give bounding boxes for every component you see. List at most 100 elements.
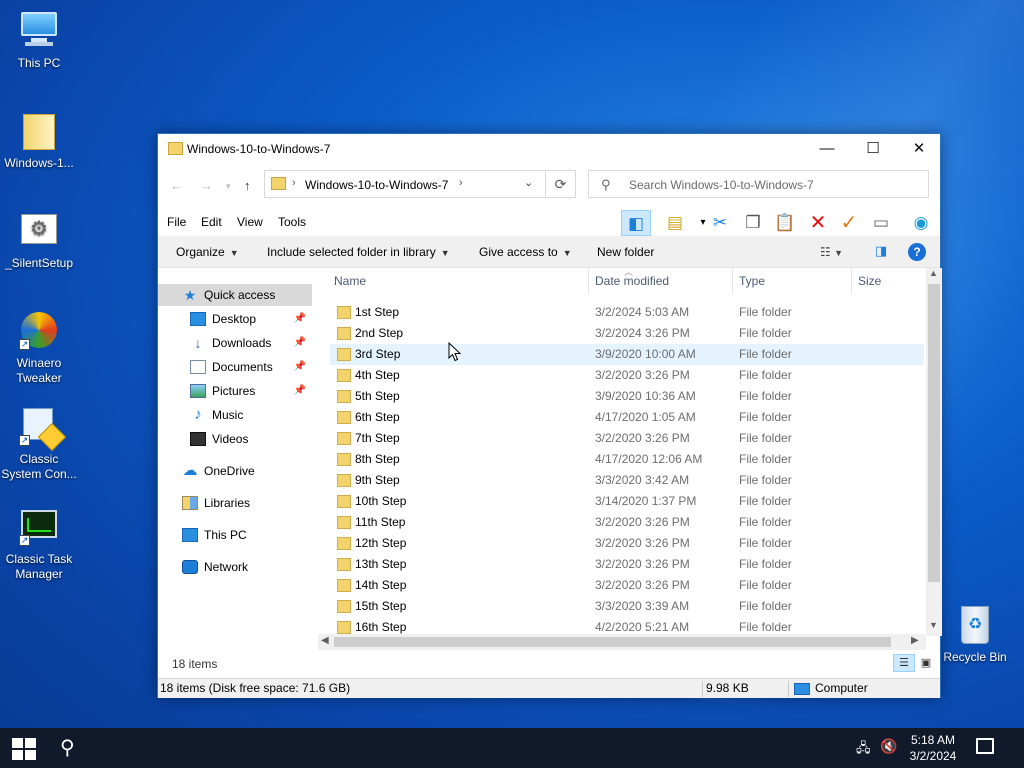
status-item-count: 18 items (Disk free space: 71.6 GB)	[160, 681, 351, 695]
column-header-name[interactable]: Name	[328, 268, 589, 294]
forward-arrow-icon[interactable]: →	[200, 178, 213, 193]
network-status-icon[interactable]: 🖧	[856, 739, 871, 761]
help-icon[interactable]: ?	[908, 243, 926, 261]
up-arrow-icon[interactable]: ↑	[244, 178, 251, 193]
cut-icon[interactable]: ✂	[705, 210, 735, 236]
volume-muted-icon[interactable]: 🔇	[880, 738, 897, 755]
scroll-down-arrow-icon[interactable]: ▼	[929, 620, 938, 630]
maximize-button[interactable]: ☐	[850, 134, 896, 164]
address-bar[interactable]: › Windows-10-to-Windows-7 › ⌄	[264, 170, 546, 198]
nav-item-this-pc[interactable]: This PC	[158, 524, 312, 546]
rename-icon[interactable]: ▭	[866, 210, 896, 236]
desktop-icon-classic-task-manager[interactable]: ↗ Classic Task Manager	[0, 504, 78, 582]
table-row[interactable]: 15th Step 3/3/2020 3:39 AM File folder	[330, 596, 924, 617]
desktop-icon-label: Classic System Con...	[1, 452, 77, 481]
new-folder-button[interactable]: New folder	[597, 245, 654, 259]
folder-options-icon[interactable]: ▤	[660, 210, 690, 236]
desktop-icon-winaero-tweaker[interactable]: ↗ Winaero Tweaker	[0, 308, 78, 386]
breadcrumb-item[interactable]: Windows-10-to-Windows-7	[305, 178, 448, 192]
breadcrumb-chevron-icon[interactable]: ›	[459, 177, 463, 189]
vertical-scrollbar[interactable]: ▲ ▼	[926, 268, 942, 636]
table-row[interactable]: 7th Step 3/2/2020 3:26 PM File folder	[330, 428, 924, 449]
give-access-button[interactable]: Give access to ▼	[479, 245, 572, 259]
menu-edit[interactable]: Edit	[201, 215, 222, 229]
preview-pane-toggle-icon[interactable]: ◨	[875, 243, 887, 259]
nav-item-onedrive[interactable]: ☁ OneDrive	[158, 460, 312, 482]
horizontal-scrollbar[interactable]: ◀ ▶	[318, 634, 926, 650]
nav-item-music[interactable]: ♪ Music	[158, 404, 312, 426]
menu-file[interactable]: File	[167, 215, 186, 229]
menu-view[interactable]: View	[237, 215, 263, 229]
large-icons-view-icon[interactable]: ▣	[915, 654, 937, 672]
details-view-icon[interactable]: ☰	[893, 654, 915, 672]
refresh-button[interactable]: ⟳	[546, 170, 576, 198]
search-input[interactable]: ⚲ Search Windows-10-to-Windows-7	[588, 170, 929, 198]
table-row[interactable]: 1st Step 3/2/2024 5:03 AM File folder	[330, 302, 924, 323]
back-arrow-icon[interactable]: ←	[170, 178, 183, 193]
explorer-window[interactable]: Windows-10-to-Windows-7 — ☐ ✕ ← → ▾ ↑ › …	[157, 133, 942, 698]
windows-start-icon[interactable]	[12, 738, 36, 760]
nav-item-desktop[interactable]: Desktop 📌	[158, 308, 312, 330]
notification-center-icon[interactable]	[976, 738, 994, 754]
file-name: 10th Step	[355, 494, 407, 508]
organize-button[interactable]: Organize ▼	[176, 245, 239, 259]
folder-icon	[337, 369, 351, 382]
taskbar-clock[interactable]: 5:18 AM 3/2/2024	[900, 732, 966, 764]
nav-item-documents[interactable]: Documents 📌	[158, 356, 312, 378]
table-row[interactable]: 9th Step 3/3/2020 3:42 AM File folder	[330, 470, 924, 491]
search-icon: ⚲	[601, 177, 611, 192]
desktop-icon-windows-folder[interactable]: Windows-1...	[0, 108, 78, 171]
clock-date: 3/2/2024	[909, 749, 957, 763]
table-row[interactable]: 5th Step 3/9/2020 10:36 AM File folder	[330, 386, 924, 407]
scroll-thumb[interactable]	[334, 637, 891, 647]
table-row[interactable]: 4th Step 3/2/2020 3:26 PM File folder	[330, 365, 924, 386]
table-row[interactable]: 6th Step 4/17/2020 1:05 AM File folder	[330, 407, 924, 428]
view-options-icon[interactable]: ☷ ▼	[820, 245, 843, 259]
scroll-right-arrow-icon[interactable]: ▶	[911, 635, 919, 646]
column-header-type[interactable]: Type	[733, 268, 852, 294]
table-row[interactable]: 3rd Step 3/9/2020 10:00 AM File folder	[330, 344, 924, 365]
scroll-left-arrow-icon[interactable]: ◀	[321, 635, 329, 646]
desktop-icon-recycle-bin[interactable]: Recycle Bin	[936, 602, 1014, 665]
network-globe-icon[interactable]: ◉	[906, 210, 936, 236]
scroll-up-arrow-icon[interactable]: ▲	[929, 268, 938, 278]
file-type: File folder	[739, 473, 792, 487]
nav-label: Music	[212, 408, 244, 422]
table-row[interactable]: 14th Step 3/2/2020 3:26 PM File folder	[330, 575, 924, 596]
table-row[interactable]: 2nd Step 3/2/2024 3:26 PM File folder	[330, 323, 924, 344]
desktop-icon-silent-setup[interactable]: ⚙ _SilentSetup	[0, 208, 78, 271]
properties-check-icon[interactable]: ✓	[834, 210, 864, 236]
breadcrumb-chevron-icon[interactable]: ›	[292, 177, 296, 189]
nav-item-downloads[interactable]: ↓ Downloads 📌	[158, 332, 312, 354]
column-header-size[interactable]: Size	[852, 268, 926, 294]
minimize-button[interactable]: —	[804, 134, 850, 164]
menu-tools[interactable]: Tools	[278, 215, 306, 229]
table-row[interactable]: 8th Step 4/17/2020 12:06 AM File folder	[330, 449, 924, 470]
file-date: 3/14/2020 1:37 PM	[595, 494, 697, 508]
copy-icon[interactable]: ❐	[738, 210, 768, 236]
search-icon[interactable]: ⚲	[60, 735, 75, 760]
table-row[interactable]: 10th Step 3/14/2020 1:37 PM File folder	[330, 491, 924, 512]
file-name: 1st Step	[355, 305, 400, 319]
pin-icon: 📌	[293, 313, 306, 324]
close-button[interactable]: ✕	[896, 134, 942, 164]
nav-item-pictures[interactable]: Pictures 📌	[158, 380, 312, 402]
nav-item-videos[interactable]: Videos	[158, 428, 312, 450]
scroll-thumb[interactable]	[928, 284, 940, 582]
nav-item-quick-access[interactable]: ★ Quick access	[158, 284, 312, 306]
table-row[interactable]: 12th Step 3/2/2020 3:26 PM File folder	[330, 533, 924, 554]
nav-item-libraries[interactable]: Libraries	[158, 492, 312, 514]
title-bar[interactable]: Windows-10-to-Windows-7 — ☐ ✕	[158, 134, 940, 165]
address-dropdown-icon[interactable]: ⌄	[524, 176, 533, 189]
desktop-icon-this-pc[interactable]: This PC	[0, 8, 78, 71]
delete-icon[interactable]: ✕	[803, 210, 833, 236]
column-header-date[interactable]: Date modified	[589, 268, 733, 294]
table-row[interactable]: 11th Step 3/2/2020 3:26 PM File folder	[330, 512, 924, 533]
preview-pane-icon[interactable]: ◧	[621, 210, 651, 236]
paste-icon[interactable]: 📋	[770, 210, 800, 236]
desktop-icon-classic-control-panel[interactable]: ↗ Classic System Con...	[0, 404, 78, 482]
recent-locations-chevron-icon[interactable]: ▾	[226, 181, 231, 192]
table-row[interactable]: 13th Step 3/2/2020 3:26 PM File folder	[330, 554, 924, 575]
nav-item-network[interactable]: Network	[158, 556, 312, 578]
include-in-library-button[interactable]: Include selected folder in library ▼	[267, 245, 450, 259]
